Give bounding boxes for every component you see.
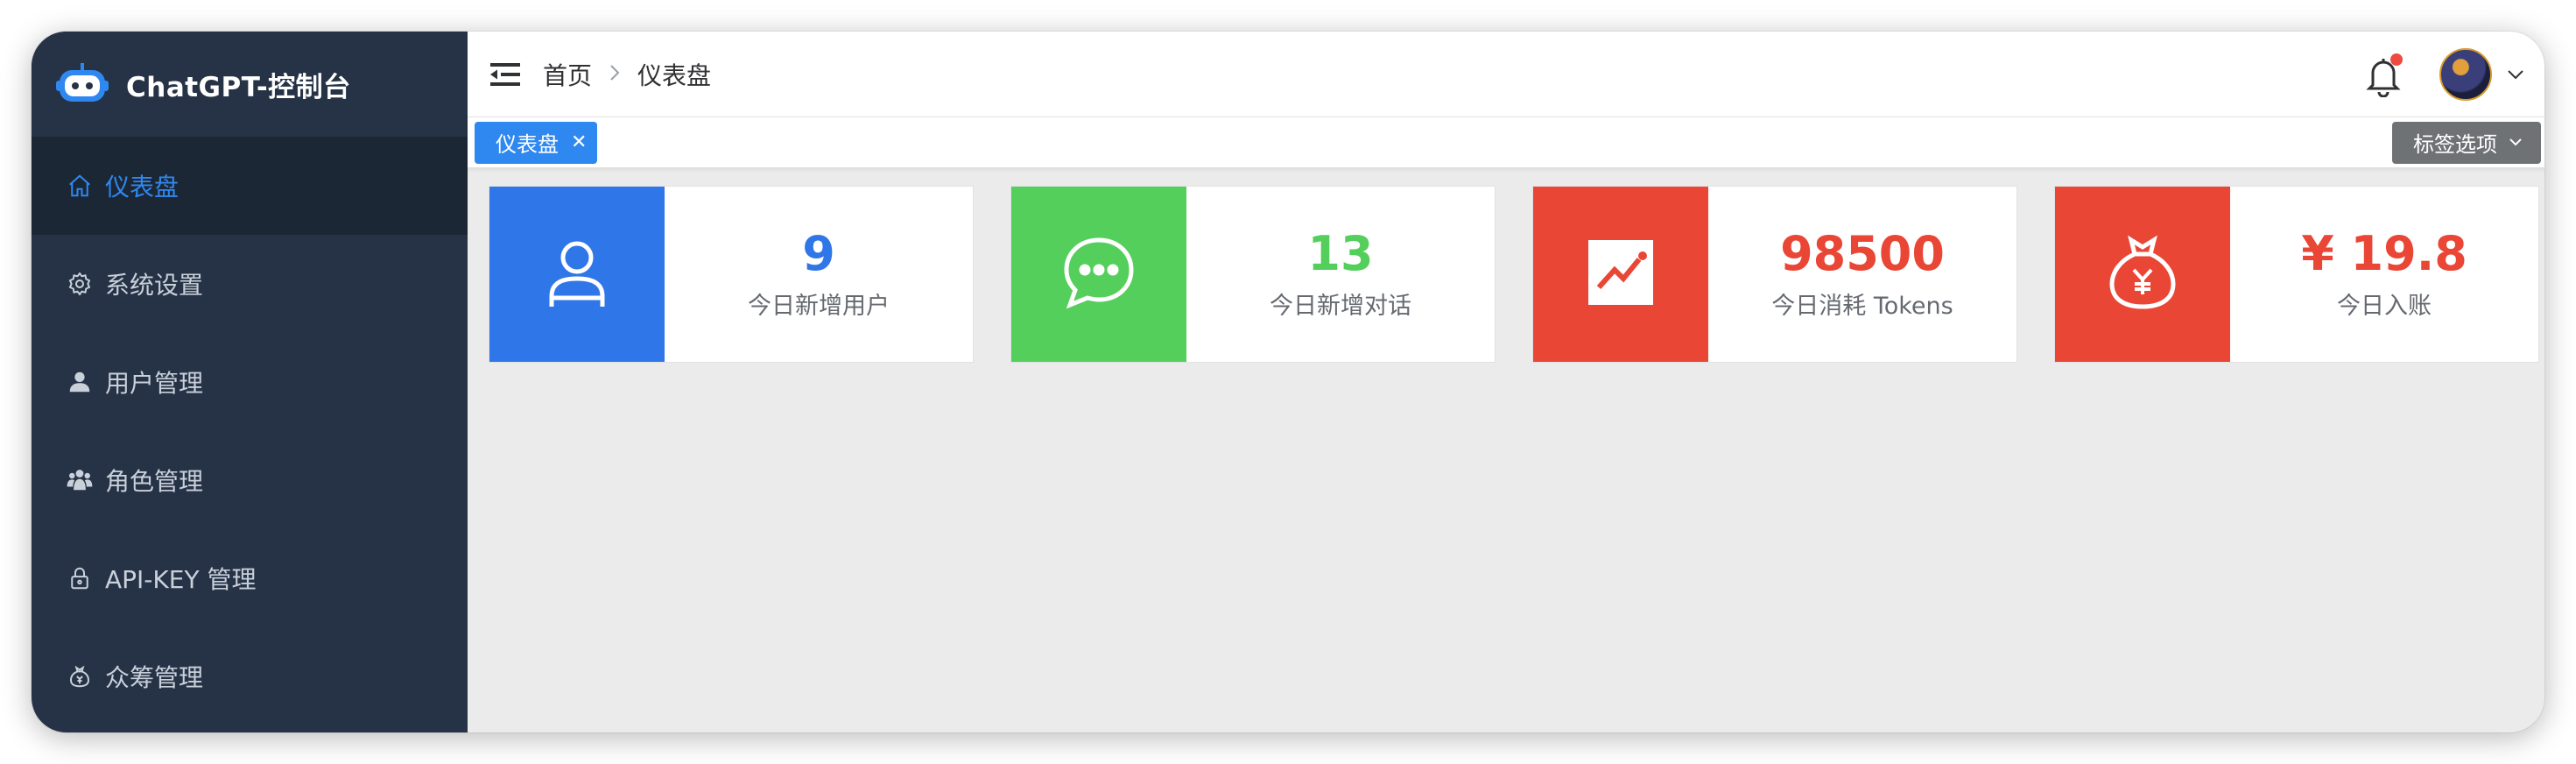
tab-dashboard[interactable]: 仪表盘 ✕	[475, 121, 598, 164]
breadcrumb-current: 仪表盘	[637, 60, 712, 90]
user-icon	[67, 369, 93, 395]
chevron-down-icon[interactable]	[2506, 65, 2525, 84]
sidebar-item-crowdfunding[interactable]: 众筹管理	[32, 627, 468, 725]
stat-label: 今日消耗 Tokens	[1771, 293, 1953, 321]
lock-icon	[67, 565, 93, 591]
sidebar-item-dashboard[interactable]: 仪表盘	[32, 137, 468, 235]
avatar[interactable]	[2439, 47, 2492, 101]
stat-label: 今日新增对话	[1270, 293, 1411, 321]
money-bag-icon	[67, 663, 93, 690]
sidebar-item-api-key[interactable]: API-KEY 管理	[32, 529, 468, 627]
app-window: ChatGPT-控制台 仪表盘 系统设置 用户管理 角色管理 API-KEY 管…	[32, 32, 2544, 732]
tab-label: 仪表盘	[496, 132, 559, 157]
chevron-down-icon	[2508, 131, 2523, 155]
stat-value: 13	[1307, 225, 1374, 281]
notification-dot	[2390, 53, 2403, 66]
home-icon	[67, 173, 93, 199]
menu-fold-icon[interactable]	[490, 61, 520, 88]
sidebar-item-label: 用户管理	[105, 369, 204, 398]
stat-label: 今日新增用户	[748, 293, 890, 321]
top-header: 首页 仪表盘	[468, 32, 2544, 117]
sidebar-item-label: 系统设置	[105, 271, 204, 300]
stat-card-new-chats[interactable]: 13 今日新增对话	[1010, 186, 1496, 363]
stat-cards: 9 今日新增用户 13 今日新增对话 98500 今日消耗 Tokens ¥ 1…	[489, 186, 2539, 363]
dashboard-content: 9 今日新增用户 13 今日新增对话 98500 今日消耗 Tokens ¥ 1…	[468, 168, 2544, 732]
sidebar: ChatGPT-控制台 仪表盘 系统设置 用户管理 角色管理 API-KEY 管…	[32, 32, 468, 732]
brand[interactable]: ChatGPT-控制台	[32, 32, 468, 137]
sidebar-item-label: 众筹管理	[105, 663, 204, 692]
main-area: 首页 仪表盘 仪表盘 ✕ 标签选项 9 今日新增用户 13 今日新增对话 985…	[468, 32, 2544, 732]
gear-icon	[67, 271, 93, 297]
card-icon-panel	[1533, 187, 1708, 362]
money-bag-icon	[2103, 233, 2182, 315]
tab-options-dropdown[interactable]: 标签选项	[2392, 121, 2541, 164]
tab-options-label: 标签选项	[2413, 132, 2497, 157]
sidebar-item-roles[interactable]: 角色管理	[32, 431, 468, 529]
card-icon-panel	[2055, 187, 2230, 362]
chat-bubble-icon	[1059, 233, 1138, 315]
stat-card-revenue[interactable]: ¥ 19.8 今日入账	[2054, 186, 2539, 363]
breadcrumb-home[interactable]: 首页	[543, 57, 592, 92]
team-icon	[67, 467, 93, 493]
sidebar-menu: 仪表盘 系统设置 用户管理 角色管理 API-KEY 管理 众筹管理	[32, 137, 468, 725]
stat-card-new-users[interactable]: 9 今日新增用户	[489, 186, 974, 363]
sidebar-item-label: API-KEY 管理	[105, 565, 257, 594]
breadcrumb: 首页 仪表盘	[543, 57, 711, 92]
card-icon-panel	[1011, 187, 1186, 362]
sidebar-item-settings[interactable]: 系统设置	[32, 235, 468, 333]
user-outline-icon	[538, 233, 616, 315]
stat-value: 9	[802, 225, 835, 281]
chevron-right-icon	[609, 61, 620, 88]
robot-logo-icon	[56, 63, 109, 105]
sidebar-item-label: 仪表盘	[105, 173, 179, 202]
card-icon-panel	[489, 187, 665, 362]
sidebar-item-users[interactable]: 用户管理	[32, 333, 468, 431]
close-icon[interactable]: ✕	[571, 131, 587, 153]
tabs-bar: 仪表盘 ✕ 标签选项	[468, 117, 2544, 168]
stat-label: 今日入账	[2337, 293, 2432, 321]
stat-value: 98500	[1780, 225, 1945, 281]
trend-chart-icon	[1581, 233, 1660, 315]
sidebar-item-label: 角色管理	[105, 467, 204, 496]
app-title: ChatGPT-控制台	[126, 71, 351, 103]
stat-card-tokens[interactable]: 98500 今日消耗 Tokens	[1532, 186, 2017, 363]
stat-value: ¥ 19.8	[2301, 225, 2467, 281]
notification-bell-icon[interactable]	[2362, 52, 2404, 97]
